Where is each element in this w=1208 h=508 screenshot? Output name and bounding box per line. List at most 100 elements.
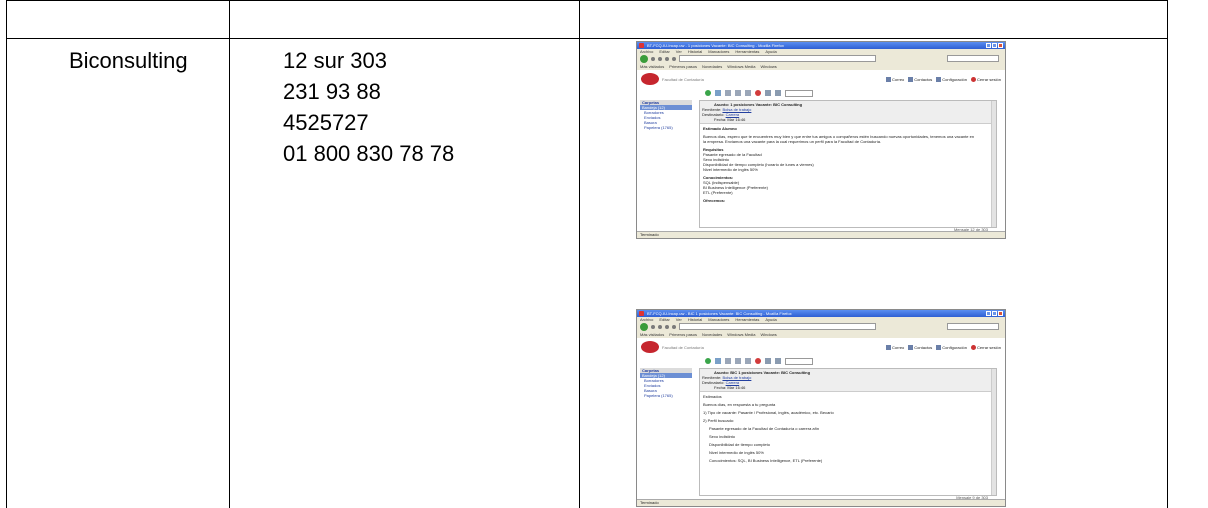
reply-icon[interactable] bbox=[725, 90, 731, 96]
webmail-header: Facultad de Contaduría Correo Contactos … bbox=[637, 70, 1005, 88]
stop-icon[interactable] bbox=[665, 56, 669, 61]
minimize-icon[interactable] bbox=[986, 311, 991, 316]
message-date: Fecha: Mar 16:46 bbox=[714, 117, 746, 122]
top-menu-contacts[interactable]: Contactos bbox=[908, 76, 932, 82]
top-menu-logout[interactable]: Cerrar sesión bbox=[970, 344, 1001, 350]
close-icon[interactable] bbox=[998, 43, 1003, 48]
contact-line: 12 sur 303 bbox=[283, 48, 387, 73]
print-icon[interactable] bbox=[765, 90, 771, 96]
menu-item[interactable]: Marcadores bbox=[708, 49, 729, 54]
source-icon[interactable] bbox=[775, 358, 781, 364]
bookmark-item[interactable]: Primeros pasos bbox=[669, 64, 697, 69]
folder-sidebar: Carpetas Bandeja (12) Borradores Enviado… bbox=[640, 368, 692, 398]
message-scrollbar[interactable] bbox=[991, 101, 996, 227]
menu-item[interactable]: Historial bbox=[688, 49, 702, 54]
reload-icon[interactable] bbox=[658, 324, 662, 329]
delete-icon[interactable] bbox=[755, 358, 761, 364]
table-border-col1 bbox=[229, 0, 230, 508]
table-border-right bbox=[1167, 0, 1168, 508]
top-menu-settings[interactable]: Configuración bbox=[936, 76, 967, 82]
bookmark-item[interactable]: Más visitados bbox=[640, 64, 664, 69]
message-body: Estimados Buenos días, en respuesta a tu… bbox=[700, 392, 996, 465]
top-menu-mail[interactable]: Correo bbox=[886, 344, 904, 350]
back-button-icon[interactable] bbox=[640, 54, 648, 63]
bookmark-item[interactable]: Novedades bbox=[702, 64, 722, 69]
bookmark-item[interactable]: Windows bbox=[761, 64, 777, 69]
firefox-icon bbox=[639, 311, 644, 316]
home-icon[interactable] bbox=[672, 56, 676, 61]
back-button-icon[interactable] bbox=[640, 322, 648, 331]
search-input[interactable] bbox=[947, 323, 999, 330]
bookmark-item[interactable]: Novedades bbox=[702, 332, 722, 337]
stop-icon[interactable] bbox=[665, 324, 669, 329]
home-icon[interactable] bbox=[672, 324, 676, 329]
search-input[interactable] bbox=[947, 55, 999, 62]
message-headers: Asunto: BIC 1 posiciones Vacante: BIC Co… bbox=[700, 369, 996, 392]
menu-item[interactable]: Editar bbox=[659, 49, 669, 54]
top-menu-logout[interactable]: Cerrar sesión bbox=[970, 76, 1001, 82]
maximize-icon[interactable] bbox=[992, 311, 997, 316]
bookmark-item[interactable]: Más visitados bbox=[640, 332, 664, 337]
reply-all-icon[interactable] bbox=[735, 358, 741, 364]
browser-status-bar: Terminado bbox=[637, 499, 1005, 506]
contact-list: 12 sur 303 231 93 88 4525727 01 800 830 … bbox=[283, 45, 454, 169]
menu-item[interactable]: Herramientas bbox=[735, 49, 759, 54]
bookmark-item[interactable]: Windows Media bbox=[727, 64, 755, 69]
window-controls bbox=[986, 43, 1003, 48]
top-menu: Correo Contactos Configuración Cerrar se… bbox=[886, 76, 1001, 82]
url-input[interactable] bbox=[679, 55, 876, 62]
minimize-icon[interactable] bbox=[986, 43, 991, 48]
print-icon[interactable] bbox=[765, 358, 771, 364]
bookmark-item[interactable]: Primeros pasos bbox=[669, 332, 697, 337]
menu-item[interactable]: Editar bbox=[659, 317, 669, 322]
menu-item[interactable]: Archivo bbox=[640, 49, 653, 54]
menu-item[interactable]: Ayuda bbox=[765, 317, 776, 322]
check-mail-icon[interactable] bbox=[705, 90, 711, 96]
menu-item[interactable]: Ayuda bbox=[765, 49, 776, 54]
bookmark-item[interactable]: Windows Media bbox=[727, 332, 755, 337]
reply-all-icon[interactable] bbox=[735, 90, 741, 96]
menu-item[interactable]: Herramientas bbox=[735, 317, 759, 322]
menu-item[interactable]: Marcadores bbox=[708, 317, 729, 322]
settings-icon bbox=[936, 344, 942, 350]
menu-item[interactable]: Archivo bbox=[640, 317, 653, 322]
menu-item[interactable]: Ver bbox=[676, 317, 682, 322]
mark-select[interactable] bbox=[785, 89, 813, 97]
message-scrollbar[interactable] bbox=[991, 369, 996, 495]
compose-icon[interactable] bbox=[715, 358, 721, 364]
forward-mail-icon[interactable] bbox=[745, 90, 751, 96]
university-logo bbox=[641, 341, 659, 353]
company-name: Biconsulting bbox=[69, 48, 188, 73]
menu-item[interactable]: Historial bbox=[688, 317, 702, 322]
mail-toolbar bbox=[637, 356, 1005, 366]
forward-icon[interactable] bbox=[651, 56, 655, 61]
delete-icon[interactable] bbox=[755, 90, 761, 96]
logo-text: Facultad de Contaduría bbox=[662, 344, 704, 350]
menu-item[interactable]: Ver bbox=[676, 49, 682, 54]
top-menu-contacts[interactable]: Contactos bbox=[908, 344, 932, 350]
reload-icon[interactable] bbox=[658, 56, 662, 61]
forward-mail-icon[interactable] bbox=[745, 358, 751, 364]
email-screenshot-1: BT-FCQ-IU-Incap.uw - 1 posiciones Vacant… bbox=[636, 41, 1006, 239]
close-icon[interactable] bbox=[998, 311, 1003, 316]
settings-icon bbox=[936, 76, 942, 82]
body-line: Conocimientos: SQL, BI Business Intellig… bbox=[709, 458, 823, 463]
bookmark-item[interactable]: Windows bbox=[761, 332, 777, 337]
sidebar-item[interactable]: Papelera (1765) bbox=[640, 125, 692, 130]
source-icon[interactable] bbox=[775, 90, 781, 96]
forward-icon[interactable] bbox=[651, 324, 655, 329]
url-input[interactable] bbox=[679, 323, 876, 330]
reply-icon[interactable] bbox=[725, 358, 731, 364]
window-title: BT-FCQ-IU-Incap.uw - 1 posiciones Vacant… bbox=[647, 43, 784, 48]
mark-select[interactable] bbox=[785, 357, 813, 365]
top-menu-mail[interactable]: Correo bbox=[886, 76, 904, 82]
compose-icon[interactable] bbox=[715, 90, 721, 96]
maximize-icon[interactable] bbox=[992, 43, 997, 48]
folder-sidebar: Carpetas Bandeja (12) Borradores Enviado… bbox=[640, 100, 692, 130]
body-line: Ofrecemos: bbox=[703, 198, 726, 203]
sidebar-item[interactable]: Papelera (1765) bbox=[640, 393, 692, 398]
top-menu-settings[interactable]: Configuración bbox=[936, 344, 967, 350]
mail-toolbar bbox=[637, 88, 1005, 98]
table-header-divider bbox=[6, 38, 1168, 39]
check-mail-icon[interactable] bbox=[705, 358, 711, 364]
